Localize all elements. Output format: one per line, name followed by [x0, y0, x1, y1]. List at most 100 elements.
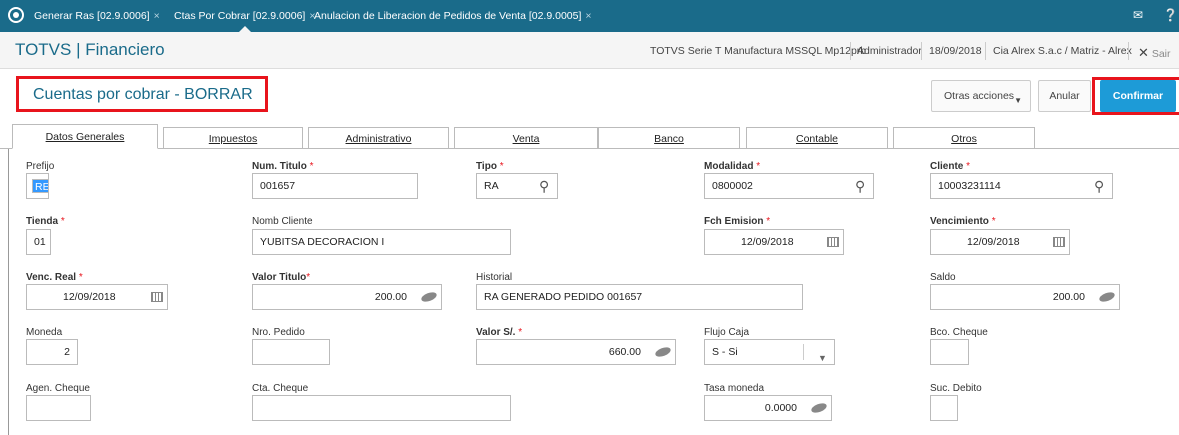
- top-bar: Generar Ras [02.9.0006] × Ctas Por Cobrar…: [0, 0, 1179, 32]
- exit-label: Sair: [1151, 48, 1171, 60]
- search-icon[interactable]: ⚲: [1094, 174, 1104, 198]
- tab-administrativo[interactable]: Administrativo: [308, 127, 449, 149]
- cliente-input[interactable]: 10003231114 ⚲: [930, 173, 1113, 199]
- cancel-button[interactable]: Anular: [1038, 80, 1091, 112]
- coins-icon[interactable]: [810, 401, 828, 415]
- help-icon[interactable]: ❔: [1163, 8, 1178, 22]
- coins-icon[interactable]: [654, 345, 672, 359]
- totvs-logo-icon[interactable]: [8, 7, 24, 23]
- tasa-moneda-input[interactable]: 0.0000: [704, 395, 832, 421]
- label-text: Valor S/.: [476, 327, 516, 338]
- form-datos-generales: Prefijo REC Num. Titulo * 001657 Tipo * …: [8, 149, 1179, 435]
- nro-pedido-input[interactable]: [252, 339, 330, 365]
- prefijo-input[interactable]: REC: [26, 173, 49, 199]
- valor-soles-input[interactable]: 660.00: [476, 339, 676, 365]
- search-icon[interactable]: ⚲: [539, 174, 549, 198]
- tab-otros[interactable]: Otros: [893, 127, 1035, 149]
- tasa-moneda-label: Tasa moneda: [704, 383, 765, 394]
- agen-cheque-input[interactable]: [26, 395, 91, 421]
- user-label: Administrador: [857, 45, 922, 57]
- required-mark: *: [499, 161, 504, 172]
- valor-soles-value: 660.00: [608, 346, 641, 358]
- tab-label: Generar Ras [02.9.0006]: [34, 10, 150, 22]
- venc-real-input[interactable]: 12/09/2018: [26, 284, 168, 310]
- search-icon[interactable]: ⚲: [855, 174, 865, 198]
- tab-generar-ras[interactable]: Generar Ras [02.9.0006] ×: [34, 0, 160, 32]
- nro-pedido-label: Nro. Pedido: [252, 327, 305, 338]
- moneda-input[interactable]: 2: [26, 339, 78, 365]
- tab-label: Anulacion de Liberacion de Pedidos de Ve…: [314, 10, 582, 22]
- nomb-cliente-input[interactable]: YUBITSA DECORACION I: [252, 229, 511, 255]
- nomb-cliente-label: Nomb Cliente: [252, 216, 313, 227]
- more-actions-button[interactable]: Otras acciones ▼: [931, 80, 1031, 112]
- venc-real-value: 12/09/2018: [63, 291, 116, 303]
- tab-impuestos[interactable]: Impuestos: [163, 127, 303, 149]
- required-mark: *: [518, 327, 523, 338]
- tab-label: Contable: [795, 133, 839, 145]
- cta-cheque-input[interactable]: [252, 395, 511, 421]
- label-text: Valor Titulo: [252, 272, 307, 283]
- mail-icon[interactable]: ✉: [1133, 8, 1143, 22]
- date-label: 18/09/2018: [929, 45, 982, 57]
- tienda-input[interactable]: 01: [26, 229, 51, 255]
- calendar-icon[interactable]: [151, 292, 163, 302]
- divider: [921, 42, 922, 60]
- tienda-label: Tienda *: [26, 216, 65, 227]
- saldo-label: Saldo: [930, 272, 956, 283]
- saldo-input[interactable]: 200.00: [930, 284, 1120, 310]
- bco-cheque-label: Bco. Cheque: [930, 327, 988, 338]
- required-mark: *: [309, 161, 314, 172]
- label-text: Fch Emision: [704, 216, 764, 227]
- required-mark: *: [766, 216, 771, 227]
- tab-venta[interactable]: Venta: [454, 127, 598, 149]
- modalidad-input[interactable]: 0800002 ⚲: [704, 173, 874, 199]
- prefijo-label: Prefijo: [26, 161, 55, 172]
- environment-label: TOTVS Serie T Manufactura MSSQL Mp12prb: [650, 45, 867, 57]
- coins-icon[interactable]: [1098, 290, 1116, 304]
- chevron-down-icon: ▼: [1014, 96, 1022, 105]
- tab-label: Ctas Por Cobrar [02.9.0006]: [174, 10, 306, 22]
- valor-titulo-input[interactable]: 200.00: [252, 284, 442, 310]
- close-icon[interactable]: ×: [585, 10, 591, 22]
- tipo-label: Tipo *: [476, 161, 504, 172]
- tipo-input[interactable]: RA ⚲: [476, 173, 558, 199]
- num-titulo-input[interactable]: 001657: [252, 173, 418, 199]
- vencimiento-input[interactable]: 12/09/2018: [930, 229, 1070, 255]
- tab-datos-generales[interactable]: Datos Generales: [12, 124, 158, 149]
- valor-soles-label: Valor S/. *: [476, 327, 522, 338]
- tab-label: Banco: [654, 133, 684, 145]
- chevron-down-icon[interactable]: ▼: [818, 346, 827, 364]
- app-title: TOTVS | Financiero: [15, 40, 165, 59]
- calendar-icon[interactable]: [1053, 237, 1065, 247]
- required-mark: *: [966, 161, 971, 172]
- tasa-moneda-value: 0.0000: [764, 402, 797, 414]
- bco-cheque-input[interactable]: [930, 339, 969, 365]
- page-title: Cuentas por cobrar - BORRAR: [33, 86, 253, 103]
- label-text: Num. Titulo: [252, 161, 307, 172]
- cliente-value: 10003231114: [938, 180, 1001, 192]
- suc-debito-input[interactable]: [930, 395, 958, 421]
- exit-button[interactable]: ✕ Sair: [1138, 45, 1171, 61]
- tab-label: Administrativo: [345, 133, 412, 145]
- coins-icon[interactable]: [420, 290, 438, 304]
- prefijo-value: REC: [32, 179, 48, 193]
- page-title-highlight: Cuentas por cobrar - BORRAR: [16, 76, 268, 112]
- required-mark: *: [60, 216, 65, 227]
- tab-banco[interactable]: Banco: [598, 127, 740, 149]
- historial-label: Historial: [476, 272, 513, 283]
- company-label[interactable]: Cia Alrex S.a.c / Matriz - Alrex: [993, 45, 1132, 57]
- fch-emision-label: Fch Emision *: [704, 216, 770, 227]
- fch-emision-input[interactable]: 12/09/2018: [704, 229, 844, 255]
- divider: [985, 42, 986, 60]
- close-icon[interactable]: ×: [154, 10, 160, 22]
- calendar-icon[interactable]: [827, 237, 839, 247]
- tab-contable[interactable]: Contable: [746, 127, 888, 149]
- tab-ctas-por-cobrar[interactable]: Ctas Por Cobrar [02.9.0006] ×: [174, 0, 315, 32]
- vencimiento-value: 12/09/2018: [967, 236, 1020, 248]
- saldo-value: 200.00: [1052, 291, 1085, 303]
- suc-debito-label: Suc. Debito: [930, 383, 982, 394]
- historial-input[interactable]: RA GENERADO PEDIDO 001657: [476, 284, 803, 310]
- flujo-caja-select[interactable]: S - Si ▼: [704, 339, 835, 365]
- tab-anulacion[interactable]: Anulacion de Liberacion de Pedidos de Ve…: [314, 0, 592, 32]
- tipo-value: RA: [484, 180, 499, 192]
